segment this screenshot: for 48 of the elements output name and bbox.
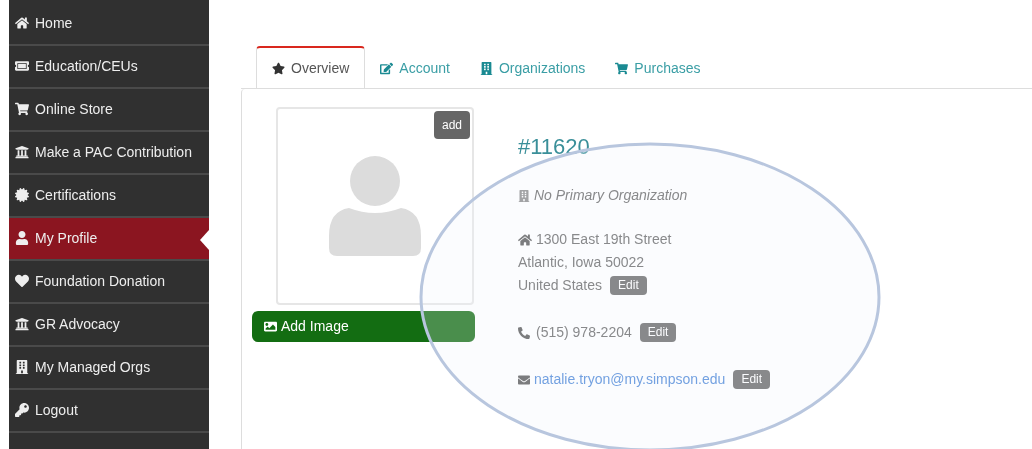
sidebar-label: GR Advocacy	[35, 316, 120, 332]
phone-icon	[518, 326, 530, 339]
sidebar-item[interactable]: Make a PAC Contribution	[9, 132, 209, 175]
address-line: United States	[518, 276, 603, 295]
sidebar-item[interactable]: Foundation Donation	[9, 261, 209, 304]
sidebar-label: My Managed Orgs	[35, 359, 151, 375]
sidebar-label: Home	[35, 15, 73, 31]
sidebar-item[interactable]: Education/CEUs	[9, 46, 209, 89]
organization-text: No Primary Organization	[534, 186, 688, 205]
envelope-icon	[518, 373, 530, 386]
address-line: Atlantic, Iowa 50022	[518, 253, 645, 272]
building-icon	[518, 189, 530, 202]
home-icon	[15, 15, 29, 30]
selection-notch	[200, 230, 209, 250]
image-icon	[264, 320, 277, 333]
sidebar-label: Make a PAC Contribution	[35, 144, 192, 160]
phone-number: (515) 978-2204	[536, 323, 632, 342]
badge-icon	[15, 187, 29, 202]
sidebar-item[interactable]: GR Advocacy	[9, 304, 209, 347]
sidebar-item[interactable]: My Profile	[9, 218, 209, 261]
key-icon	[15, 402, 29, 417]
sidebar-label: Foundation Donation	[35, 273, 165, 289]
star-icon	[272, 61, 285, 75]
bank-icon	[15, 144, 29, 159]
sidebar-label: Education/CEUs	[35, 58, 138, 74]
building-icon	[479, 61, 493, 75]
building-icon	[15, 359, 29, 374]
sidebar-label: My Profile	[35, 230, 98, 246]
sidebar-item[interactable]: Online Store	[9, 89, 209, 132]
sidebar-item[interactable]: My Managed Orgs	[9, 347, 209, 390]
sidebar-label: Logout	[35, 402, 78, 418]
user-icon	[15, 230, 29, 245]
home-icon	[518, 232, 532, 247]
sidebar-label: Certifications	[35, 187, 116, 203]
cart-icon	[15, 101, 29, 116]
ticket-icon	[15, 58, 29, 73]
sidebar-item[interactable]: Home	[9, 3, 209, 46]
bank-icon	[15, 316, 29, 331]
add-photo-button[interactable]: add	[433, 111, 470, 139]
avatar-placeholder-icon	[329, 156, 421, 256]
sidebar-item[interactable]: Logout	[9, 390, 209, 433]
heart-icon	[15, 273, 29, 288]
address-line: 1300 East 19th Street	[536, 230, 672, 249]
add-image-button[interactable]: Add Image	[252, 311, 475, 342]
cart-icon	[615, 61, 629, 75]
tab[interactable]: Overview	[256, 46, 366, 88]
edit-icon	[380, 61, 394, 75]
sidebar-label: Online Store	[35, 101, 113, 117]
